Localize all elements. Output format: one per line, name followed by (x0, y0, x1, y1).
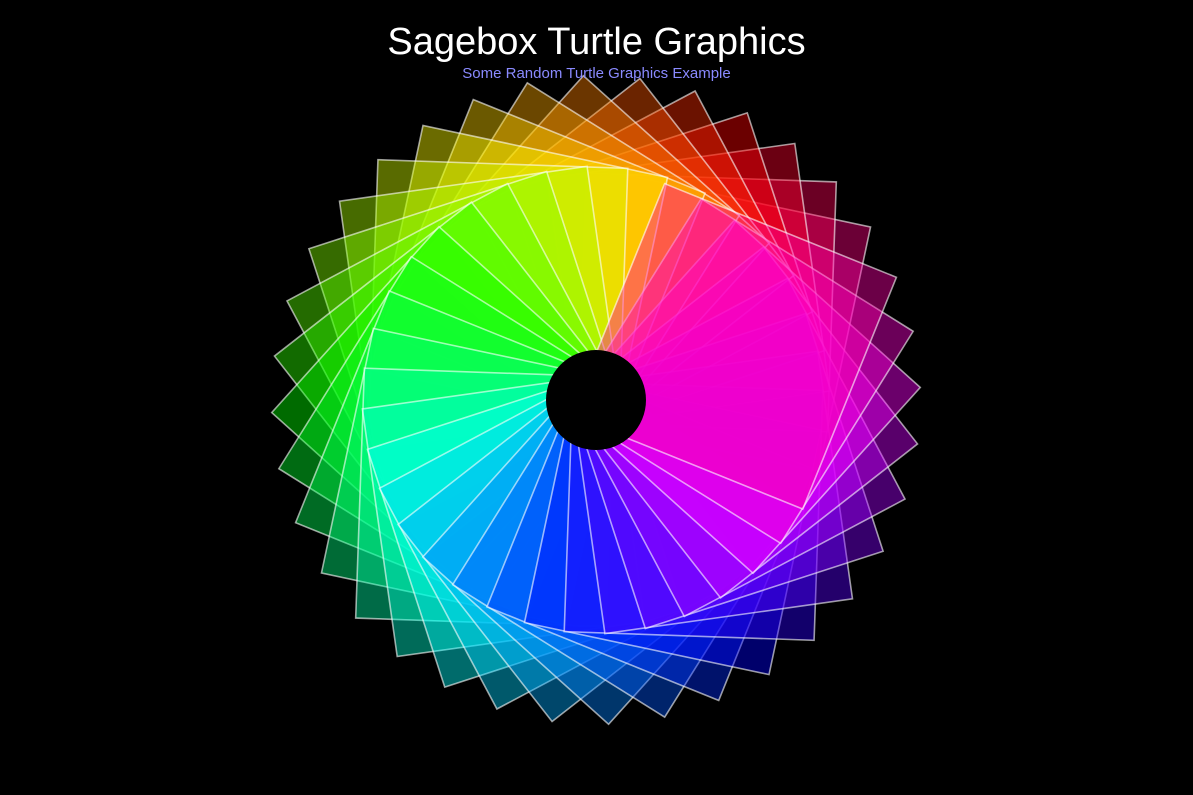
turtle-graphics-canvas (270, 74, 922, 726)
center-hole (546, 350, 646, 450)
sagebox-window: Sagebox Turtle Graphics Some Random Turt… (0, 0, 1193, 795)
page-title: Sagebox Turtle Graphics (387, 21, 806, 63)
page-subtitle: Some Random Turtle Graphics Example (462, 65, 731, 82)
